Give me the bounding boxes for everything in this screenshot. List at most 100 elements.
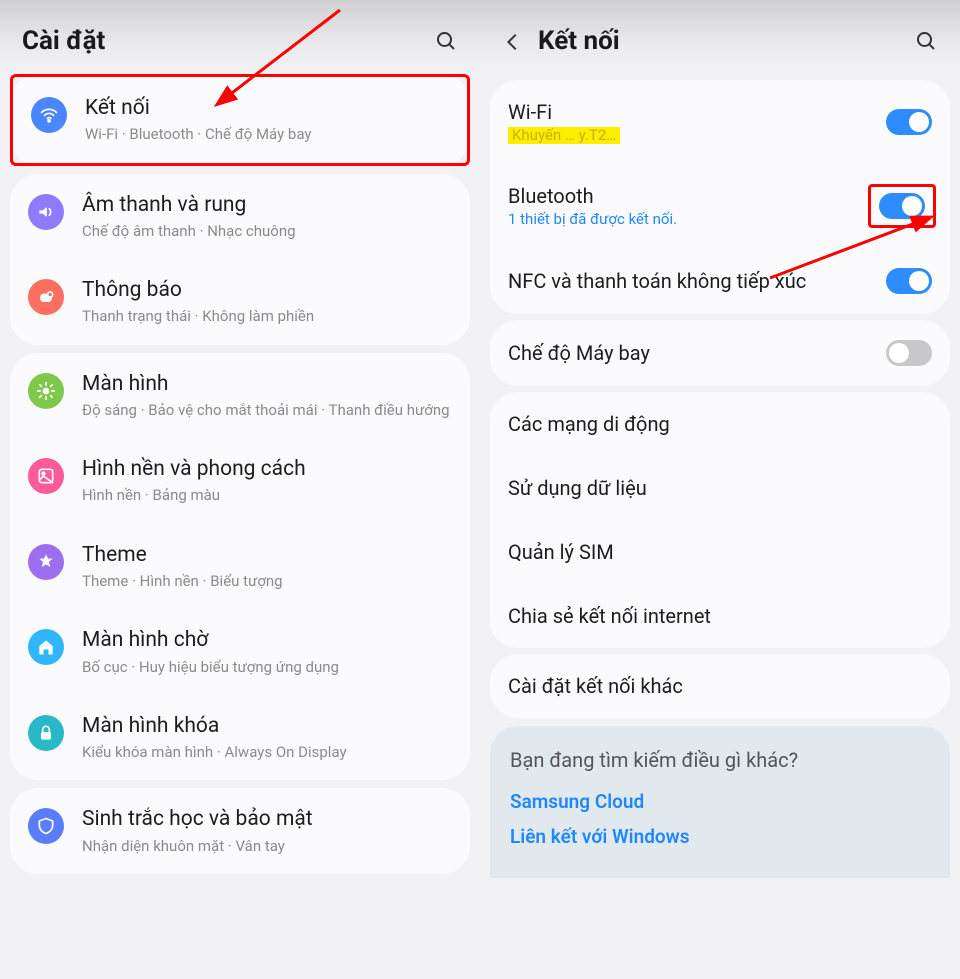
settings-group: Kết nối Wi-Fi · Bluetooth · Chế độ Máy b… <box>10 74 470 166</box>
row-texts: Bluetooth 1 thiết bị đã được kết nối. <box>508 184 872 228</box>
toggle-switch[interactable] <box>886 268 932 294</box>
settings-item[interactable]: Theme Theme · Hình nền · Biểu tượng <box>10 524 470 610</box>
settings-item-sub: Hình nền · Bảng màu <box>82 485 454 505</box>
settings-item-title: Âm thanh và rung <box>82 192 454 219</box>
connections-row[interactable]: Chế độ Máy bay <box>490 320 950 386</box>
wall-icon <box>28 458 64 494</box>
lock-icon <box>28 715 64 751</box>
theme-icon <box>28 544 64 580</box>
looking-for-something-else: Bạn đang tìm kiếm điều gì khác? Samsung C… <box>490 726 950 878</box>
page-title: Cài đặt <box>22 26 434 56</box>
wifi-icon <box>31 97 67 133</box>
shield-icon <box>28 808 64 844</box>
row-title: Quản lý SIM <box>508 540 932 564</box>
footer-link[interactable]: Liên kết với Windows <box>510 825 930 848</box>
row-title: Các mạng di động <box>508 412 932 436</box>
settings-item-title: Hình nền và phong cách <box>82 456 454 483</box>
toggle-switch[interactable] <box>886 340 932 366</box>
row-title: Bluetooth <box>508 184 872 208</box>
page-title: Kết nối <box>538 26 914 56</box>
row-sub: Khuyến … y.T2… <box>508 126 886 144</box>
row-title: Cài đặt kết nối khác <box>508 674 932 698</box>
row-sub: 1 thiết bị đã được kết nối. <box>508 210 872 228</box>
settings-item-sub: Theme · Hình nền · Biểu tượng <box>82 571 454 591</box>
row-title: Sử dụng dữ liệu <box>508 476 932 500</box>
row-texts: Sử dụng dữ liệu <box>508 476 932 500</box>
settings-item-sub: Wi-Fi · Bluetooth · Chế độ Máy bay <box>85 124 451 144</box>
settings-header: Cài đặt <box>0 0 480 74</box>
connections-row[interactable]: Wi-Fi Khuyến … y.T2… <box>490 80 950 164</box>
connections-row[interactable]: Cài đặt kết nối khác <box>490 654 950 718</box>
settings-item-sub: Độ sáng · Bảo vệ cho mắt thoải mái · Tha… <box>82 400 454 420</box>
display-icon <box>28 373 64 409</box>
row-texts: Wi-Fi Khuyến … y.T2… <box>508 100 886 144</box>
settings-item-title: Thông báo <box>82 277 454 304</box>
settings-group: Sinh trắc học và bảo mật Nhận diện khuôn… <box>10 788 470 874</box>
footer-link[interactable]: Samsung Cloud <box>510 790 930 813</box>
connections-group: Các mạng di động Sử dụng dữ liệu Quản lý… <box>490 392 950 648</box>
connections-row[interactable]: Chia sẻ kết nối internet <box>490 584 950 648</box>
annotation-highlight-box <box>868 184 936 228</box>
settings-item-sub: Bố cục · Huy hiệu biểu tượng ứng dụng <box>82 657 454 677</box>
settings-item-sub: Thanh trạng thái · Không làm phiền <box>82 306 454 326</box>
settings-item-texts: Hình nền và phong cách Hình nền · Bảng m… <box>82 456 454 506</box>
settings-item-texts: Âm thanh và rung Chế độ âm thanh · Nhạc … <box>82 192 454 242</box>
settings-item[interactable]: Kết nối Wi-Fi · Bluetooth · Chế độ Máy b… <box>10 74 470 166</box>
notif-icon <box>28 279 64 315</box>
settings-item-title: Màn hình <box>82 371 454 398</box>
connections-group: Chế độ Máy bay <box>490 320 950 386</box>
settings-item-texts: Màn hình chờ Bố cục · Huy hiệu biểu tượn… <box>82 627 454 677</box>
settings-item-texts: Màn hình Độ sáng · Bảo vệ cho mắt thoải … <box>82 371 454 421</box>
settings-item-sub: Nhận diện khuôn mặt · Vân tay <box>82 836 454 856</box>
settings-item-title: Màn hình chờ <box>82 627 454 654</box>
connections-row[interactable]: Quản lý SIM <box>490 520 950 584</box>
footer-question: Bạn đang tìm kiếm điều gì khác? <box>510 748 930 772</box>
settings-item-title: Màn hình khóa <box>82 713 454 740</box>
row-title: Chia sẻ kết nối internet <box>508 604 932 628</box>
settings-item[interactable]: Âm thanh và rung Chế độ âm thanh · Nhạc … <box>10 174 470 260</box>
settings-item-texts: Sinh trắc học và bảo mật Nhận diện khuôn… <box>82 806 454 856</box>
row-texts: Quản lý SIM <box>508 540 932 564</box>
row-title: Wi-Fi <box>508 100 886 124</box>
settings-item-sub: Kiểu khóa màn hình · Always On Display <box>82 742 454 762</box>
toggle-switch[interactable] <box>879 193 925 219</box>
connections-row[interactable]: Các mạng di động <box>490 392 950 456</box>
settings-item-title: Theme <box>82 542 454 569</box>
settings-group: Màn hình Độ sáng · Bảo vệ cho mắt thoải … <box>10 353 470 781</box>
search-icon[interactable] <box>434 29 458 53</box>
settings-item-sub: Chế độ âm thanh · Nhạc chuông <box>82 221 454 241</box>
connections-group: Wi-Fi Khuyến … y.T2… Bluetooth 1 thiết b… <box>490 80 950 314</box>
connections-group: Cài đặt kết nối khác <box>490 654 950 718</box>
connections-row[interactable]: NFC và thanh toán không tiếp xúc <box>490 248 950 314</box>
settings-item[interactable]: Thông báo Thanh trạng thái · Không làm p… <box>10 259 470 345</box>
settings-item-title: Sinh trắc học và bảo mật <box>82 806 454 833</box>
back-icon[interactable] <box>502 31 524 53</box>
settings-item-texts: Kết nối Wi-Fi · Bluetooth · Chế độ Máy b… <box>85 95 451 145</box>
settings-item[interactable]: Màn hình chờ Bố cục · Huy hiệu biểu tượn… <box>10 609 470 695</box>
settings-item-title: Kết nối <box>85 95 451 122</box>
connections-row[interactable]: Sử dụng dữ liệu <box>490 456 950 520</box>
connections-header: Kết nối <box>480 0 960 74</box>
home-icon <box>28 629 64 665</box>
sound-icon <box>28 194 64 230</box>
settings-item[interactable]: Hình nền và phong cách Hình nền · Bảng m… <box>10 438 470 524</box>
settings-main-pane: Cài đặt Kết nối Wi-Fi · Bluetooth · Chế … <box>0 0 480 979</box>
settings-group: Âm thanh và rung Chế độ âm thanh · Nhạc … <box>10 174 470 345</box>
row-texts: Cài đặt kết nối khác <box>508 674 932 698</box>
row-texts: Các mạng di động <box>508 412 932 436</box>
settings-item-texts: Theme Theme · Hình nền · Biểu tượng <box>82 542 454 592</box>
settings-item[interactable]: Sinh trắc học và bảo mật Nhận diện khuôn… <box>10 788 470 874</box>
row-title: NFC và thanh toán không tiếp xúc <box>508 269 886 293</box>
settings-item-texts: Thông báo Thanh trạng thái · Không làm p… <box>82 277 454 327</box>
row-texts: NFC và thanh toán không tiếp xúc <box>508 269 886 293</box>
search-icon[interactable] <box>914 29 938 53</box>
settings-item[interactable]: Màn hình khóa Kiểu khóa màn hình · Alway… <box>10 695 470 781</box>
settings-item-texts: Màn hình khóa Kiểu khóa màn hình · Alway… <box>82 713 454 763</box>
settings-item[interactable]: Màn hình Độ sáng · Bảo vệ cho mắt thoải … <box>10 353 470 439</box>
connections-pane: Kết nối Wi-Fi Khuyến … y.T2… Bluetooth 1… <box>480 0 960 979</box>
toggle-switch[interactable] <box>886 109 932 135</box>
row-title: Chế độ Máy bay <box>508 341 886 365</box>
row-texts: Chia sẻ kết nối internet <box>508 604 932 628</box>
row-texts: Chế độ Máy bay <box>508 341 886 365</box>
connections-row[interactable]: Bluetooth 1 thiết bị đã được kết nối. <box>490 164 950 248</box>
